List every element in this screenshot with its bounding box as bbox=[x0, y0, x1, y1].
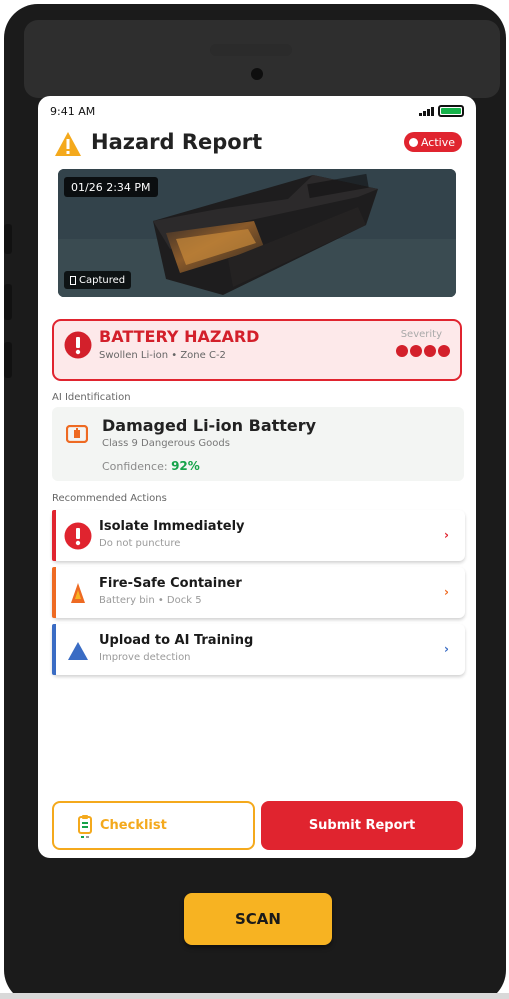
hazard-alert-card[interactable]: BATTERY HAZARD Swollen Li-ion • Zone C-2… bbox=[52, 319, 462, 381]
status-badge-label: Active bbox=[420, 135, 455, 149]
action-title: Fire-Safe Container bbox=[99, 576, 242, 591]
app-screen: 9:41 AM Hazard Report Active 01/26 2:34 … bbox=[38, 96, 476, 858]
captured-badge: Captured bbox=[64, 271, 132, 289]
chevron-right-icon: › bbox=[444, 642, 449, 656]
severity-dot bbox=[424, 345, 436, 357]
fire-cone-icon bbox=[71, 583, 85, 603]
action-subtitle: Do not puncture bbox=[99, 538, 181, 549]
action-item-upload[interactable]: Upload to AI Training Improve detection … bbox=[52, 624, 465, 675]
signal-icon bbox=[419, 107, 434, 116]
action-item-isolate[interactable]: Isolate Immediately Do not puncture › bbox=[52, 510, 465, 561]
flask-icon bbox=[68, 642, 88, 660]
page-title: Hazard Report bbox=[91, 130, 263, 154]
confidence-readout: Confidence: 92% bbox=[102, 459, 200, 473]
scan-button[interactable]: SCAN bbox=[184, 893, 332, 945]
hazard-title: BATTERY HAZARD bbox=[99, 327, 260, 346]
action-title: Isolate Immediately bbox=[99, 519, 245, 534]
status-badge[interactable]: Active bbox=[403, 132, 462, 152]
ai-section-label: AI Identification bbox=[52, 392, 131, 403]
checklist-label: Checklist bbox=[100, 818, 167, 833]
severity-indicator bbox=[396, 345, 450, 357]
hazard-subtitle: Swollen Li-ion • Zone C-2 bbox=[99, 350, 226, 361]
ai-item-class: Class 9 Dangerous Goods bbox=[102, 438, 230, 449]
action-accent-bar bbox=[52, 567, 56, 618]
severity-dot bbox=[438, 345, 450, 357]
confidence-label: Confidence: bbox=[102, 460, 168, 473]
severity-label: Severity bbox=[400, 329, 442, 340]
hazard-photo[interactable]: 01/26 2:34 PM Captured bbox=[58, 169, 456, 297]
clipboard-icon bbox=[78, 815, 92, 838]
volume-up-button bbox=[4, 284, 12, 320]
battery-chip-icon bbox=[66, 425, 88, 443]
alert-circle-icon bbox=[64, 522, 92, 550]
status-bar: 9:41 AM bbox=[50, 105, 464, 119]
action-subtitle: Battery bin • Dock 5 bbox=[99, 595, 202, 606]
chevron-right-icon: › bbox=[444, 528, 449, 542]
chevron-right-icon: › bbox=[444, 585, 449, 599]
page-bottom-edge bbox=[0, 993, 509, 999]
photo-timestamp: 01/26 2:34 PM bbox=[64, 177, 158, 197]
battery-icon bbox=[438, 105, 464, 117]
device-top-bezel bbox=[24, 20, 500, 98]
action-subtitle: Improve detection bbox=[99, 652, 191, 663]
front-camera bbox=[251, 68, 263, 80]
action-accent-bar bbox=[52, 510, 56, 561]
action-title: Upload to AI Training bbox=[99, 633, 254, 648]
phone-outline-icon bbox=[70, 275, 76, 285]
severity-dot bbox=[396, 345, 408, 357]
status-time: 9:41 AM bbox=[50, 105, 96, 118]
captured-label: Captured bbox=[79, 274, 126, 286]
live-dot-icon bbox=[408, 137, 418, 147]
side-button bbox=[4, 224, 12, 254]
warning-triangle-icon bbox=[55, 132, 81, 156]
alert-circle-icon bbox=[64, 331, 92, 359]
confidence-value: 92% bbox=[171, 459, 200, 473]
action-item-fire-safe[interactable]: Fire-Safe Container Battery bin • Dock 5… bbox=[52, 567, 465, 618]
speaker-grille bbox=[210, 44, 292, 56]
page-header: Hazard Report Active bbox=[54, 128, 462, 158]
checklist-button[interactable]: Checklist bbox=[52, 801, 255, 850]
action-accent-bar bbox=[52, 624, 56, 675]
severity-dot bbox=[410, 345, 422, 357]
volume-down-button bbox=[4, 342, 12, 378]
ai-item-name: Damaged Li-ion Battery bbox=[102, 416, 317, 435]
submit-report-button[interactable]: Submit Report bbox=[261, 801, 463, 850]
actions-section-label: Recommended Actions bbox=[52, 493, 167, 504]
ai-identification-card[interactable]: Damaged Li-ion Battery Class 9 Dangerous… bbox=[52, 407, 464, 481]
